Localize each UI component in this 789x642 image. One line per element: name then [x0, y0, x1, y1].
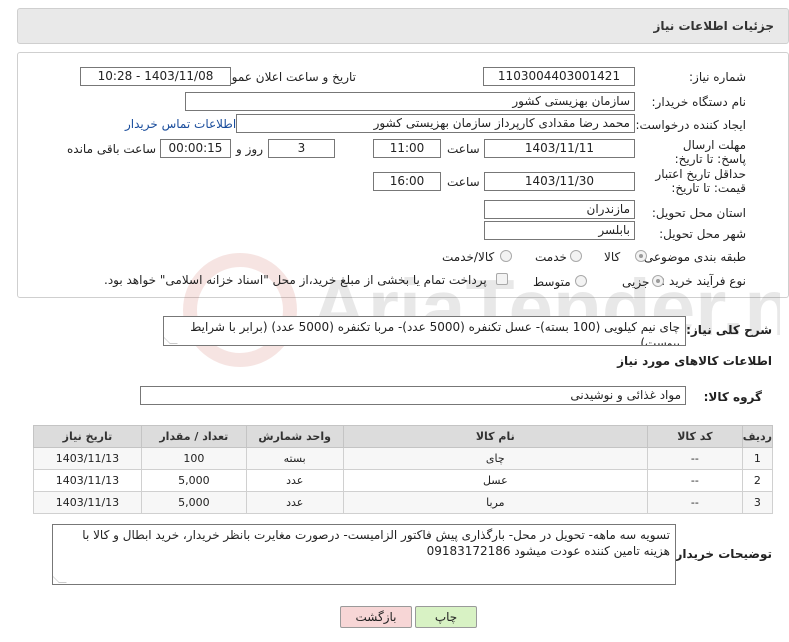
- cell-qty: 100: [140, 447, 247, 470]
- description-text: چای نیم کیلویی (100 بسته)- عسل تکنفره (5…: [190, 320, 680, 346]
- process-option-medium: متوسط: [533, 275, 571, 289]
- send-deadline-label: مهلت ارسال پاسخ: تا تاریخ:: [674, 138, 746, 166]
- print-button[interactable]: چاپ: [415, 606, 477, 628]
- goods-table: ردیف کد کالا نام کالا واحد شمارش تعداد /…: [33, 425, 774, 514]
- need-number-label: شماره نیاز:: [689, 70, 746, 84]
- process-label: نوع فرآیند خرید :: [661, 274, 746, 288]
- cell-name: مربا: [342, 491, 648, 514]
- buyer-notes-label: توضیحات خریدار:: [670, 547, 772, 561]
- cell-name: چای: [342, 447, 648, 470]
- cell-unit: عدد: [245, 491, 344, 514]
- cell-code: --: [646, 447, 743, 470]
- cell-row: 3: [741, 491, 774, 514]
- price-validity-date: 1403/11/30: [484, 172, 635, 191]
- table-row: 3 -- مربا عدد 5,000 1403/11/13: [33, 491, 774, 514]
- cell-qty: 5,000: [140, 469, 247, 492]
- buyer-contact-link[interactable]: اطلاعات تماس خریدار: [125, 117, 236, 131]
- remaining-time-label: ساعت باقی مانده: [67, 142, 157, 156]
- category-option-both: کالا/خدمت: [442, 250, 495, 264]
- category-radio-both[interactable]: [500, 250, 512, 262]
- days-remaining-field: 3: [268, 139, 335, 158]
- table-header-row: ردیف کد کالا نام کالا واحد شمارش تعداد /…: [33, 425, 774, 448]
- back-button[interactable]: بازگشت: [340, 606, 412, 628]
- col-date: تاریخ نیاز: [33, 425, 142, 448]
- province-label: استان محل تحویل:: [651, 206, 746, 220]
- buyer-notes-text: تسویه سه ماهه- تحویل در محل- بارگذاری پی…: [82, 528, 670, 558]
- cell-code: --: [646, 491, 743, 514]
- city-field: بابلسر: [484, 221, 635, 240]
- buyer-notes-field: تسویه سه ماهه- تحویل در محل- بارگذاری پی…: [52, 524, 676, 585]
- table-row: 2 -- عسل عدد 5,000 1403/11/13: [33, 469, 774, 492]
- header-panel: جزئیات اطلاعات نیاز: [17, 8, 789, 44]
- col-qty: تعداد / مقدار: [140, 425, 247, 448]
- treasury-note: پرداخت تمام یا بخشی از مبلغ خرید،از محل …: [104, 273, 487, 287]
- price-validity-time: 16:00: [373, 172, 441, 191]
- announce-field: 1403/11/08 - 10:28: [80, 67, 231, 86]
- send-deadline-time-label: ساعت: [447, 142, 480, 156]
- goods-section-title: اطلاعات کالاهای مورد نیاز: [617, 354, 772, 368]
- need-number-field: 1103004403001421: [483, 67, 635, 86]
- province-field: مازندران: [484, 200, 635, 219]
- city-label: شهر محل تحویل:: [659, 227, 746, 241]
- days-label: روز و: [236, 142, 263, 156]
- cell-name: عسل: [342, 469, 648, 492]
- cell-date: 1403/11/13: [33, 469, 142, 492]
- price-validity-label: حداقل تاریخ اعتبار قیمت: تا تاریخ:: [655, 167, 746, 195]
- process-radio-minor[interactable]: [652, 275, 664, 287]
- category-label: طبقه بندی موضوعی:: [639, 250, 746, 264]
- process-radio-medium[interactable]: [575, 275, 587, 287]
- col-code: کد کالا: [646, 425, 743, 448]
- description-label: شرح کلی نیاز:: [686, 323, 772, 337]
- creator-label: ایجاد کننده درخواست:: [635, 118, 746, 132]
- cell-row: 2: [741, 469, 774, 492]
- category-radio-goods[interactable]: [635, 250, 647, 262]
- process-option-minor: جزیی: [622, 275, 650, 289]
- announce-label: تاریخ و ساعت اعلان عمومی:: [211, 70, 356, 84]
- goods-group-label: گروه کالا:: [703, 390, 762, 404]
- col-row: ردیف: [741, 425, 774, 448]
- send-deadline-time: 11:00: [373, 139, 441, 158]
- col-unit: واحد شمارش: [245, 425, 344, 448]
- category-radio-service[interactable]: [570, 250, 582, 262]
- creator-field: محمد رضا مقدادی کارپرداز سازمان بهزیستی …: [236, 114, 635, 133]
- send-deadline-date: 1403/11/11: [484, 139, 635, 158]
- col-name: نام کالا: [342, 425, 648, 448]
- cell-code: --: [646, 469, 743, 492]
- treasury-checkbox[interactable]: [496, 273, 508, 285]
- resize-grip-icon[interactable]: [53, 575, 67, 583]
- cell-date: 1403/11/13: [33, 491, 142, 514]
- category-option-goods: کالا: [604, 250, 621, 264]
- page-title: جزئیات اطلاعات نیاز: [653, 19, 774, 33]
- cell-unit: بسته: [245, 447, 344, 470]
- buyer-org-label: نام دستگاه خریدار:: [651, 95, 747, 109]
- cell-row: 1: [741, 447, 774, 470]
- buyer-org-field: سازمان بهزیستی کشور: [185, 92, 635, 111]
- resize-grip-icon[interactable]: [164, 336, 178, 344]
- remaining-time-field: 00:00:15: [160, 139, 231, 158]
- category-option-service: خدمت: [535, 250, 567, 264]
- table-row: 1 -- چای بسته 100 1403/11/13: [33, 447, 774, 470]
- price-validity-time-label: ساعت: [447, 175, 480, 189]
- cell-qty: 5,000: [140, 491, 247, 514]
- goods-group-field: مواد غذائی و نوشیدنی: [140, 386, 686, 405]
- cell-unit: عدد: [245, 469, 344, 492]
- cell-date: 1403/11/13: [33, 447, 142, 470]
- description-field: چای نیم کیلویی (100 بسته)- عسل تکنفره (5…: [163, 316, 686, 346]
